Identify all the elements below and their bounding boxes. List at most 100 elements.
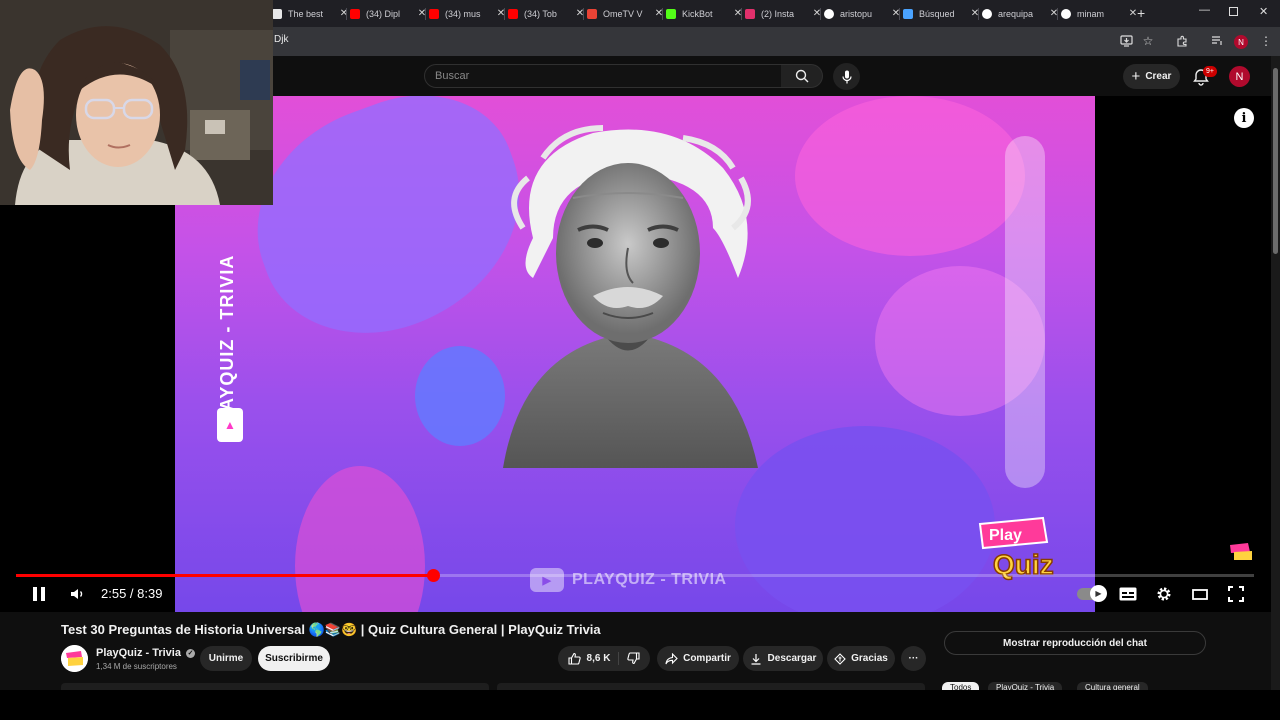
instagram-favicon-icon	[745, 8, 755, 19]
volume-icon	[71, 589, 83, 599]
media-control-icon[interactable]	[1209, 33, 1225, 49]
tab-divider	[978, 8, 979, 20]
verified-icon: ✓	[186, 649, 196, 658]
timer-bar	[1005, 136, 1045, 488]
pause-button[interactable]	[30, 584, 48, 604]
streamer-camera-image	[0, 0, 273, 205]
create-button[interactable]: + Crear	[1123, 64, 1180, 89]
gear-icon	[1157, 587, 1171, 601]
mail-favicon-icon	[587, 8, 597, 19]
close-icon[interactable]: ✕	[416, 8, 428, 19]
tab-title: Búsqued	[919, 8, 955, 19]
browser-menu-icon[interactable]: ⋮	[1258, 33, 1274, 49]
url-text[interactable]: Djk	[274, 34, 288, 45]
extensions-icon[interactable]	[1174, 33, 1190, 49]
join-button[interactable]: Unirme	[200, 646, 252, 671]
bookmark-star-icon[interactable]: ☆	[1140, 33, 1156, 49]
browser-tab[interactable]: (34) Tob ✕	[508, 4, 586, 23]
settings-button[interactable]	[1154, 584, 1174, 604]
share-button[interactable]: Compartir	[657, 646, 739, 671]
close-icon[interactable]: ✕	[811, 8, 823, 19]
profile-avatar[interactable]: N	[1234, 35, 1248, 49]
einstein-portrait	[503, 125, 758, 468]
browser-tab[interactable]: The best ✕	[272, 4, 350, 23]
subscribe-button[interactable]: Suscribirme	[258, 646, 330, 671]
channel-name[interactable]: PlayQuiz - Trivia ✓	[96, 647, 196, 659]
browser-tab[interactable]: (2) Insta ✕	[745, 4, 823, 23]
browser-tab[interactable]: (34) Dipl ✕	[350, 4, 428, 23]
close-icon[interactable]: ✕	[732, 8, 744, 19]
video-frame[interactable]: PLAYQUIZ - TRIVIA ▲ Play Quiz ▶ PLAYQUIZ…	[175, 96, 1095, 612]
like-button[interactable]: 8,6 K	[567, 652, 620, 665]
theater-mode-button[interactable]	[1190, 584, 1210, 604]
youtube-favicon-icon	[508, 8, 518, 19]
search-placeholder: Buscar	[435, 70, 470, 82]
close-icon[interactable]: ✕	[338, 8, 350, 19]
share-icon	[665, 652, 678, 664]
tab-title: (34) Dipl	[366, 8, 401, 19]
tab-title: arequipa	[998, 8, 1034, 19]
close-icon[interactable]: ✕	[653, 8, 665, 19]
thanks-button[interactable]: Gracias	[827, 646, 895, 671]
dislike-button[interactable]	[619, 652, 641, 665]
more-actions-button[interactable]: ···	[901, 646, 926, 671]
autoplay-play-icon[interactable]: ▶	[1090, 585, 1107, 602]
close-window-icon[interactable]: ✕	[1259, 5, 1268, 18]
comments-box[interactable]	[497, 683, 925, 690]
microphone-icon	[841, 70, 852, 83]
close-icon[interactable]: ✕	[1048, 8, 1060, 19]
thumbs-up-icon	[567, 652, 581, 665]
theater-icon	[1192, 588, 1208, 600]
close-icon[interactable]: ✕	[969, 8, 981, 19]
play-icon: ▶	[530, 568, 564, 592]
browser-tab[interactable]: arequipa ✕	[982, 4, 1060, 23]
download-button[interactable]: Descargar	[743, 646, 823, 671]
browser-tab[interactable]: OmeTV V ✕	[587, 4, 665, 23]
video-title: Test 30 Preguntas de Historia Universal …	[61, 622, 601, 637]
install-app-icon[interactable]	[1118, 33, 1134, 49]
tab-title: KickBot	[682, 8, 713, 19]
close-icon[interactable]: ✕	[574, 8, 586, 19]
fullscreen-icon	[1228, 586, 1244, 602]
close-icon[interactable]: ✕	[495, 8, 507, 19]
channel-watermark: ▶ PLAYQUIZ - TRIVIA	[530, 568, 727, 592]
page-scrollbar[interactable]	[1271, 56, 1280, 690]
info-icon[interactable]: i	[1234, 108, 1254, 128]
tab-divider	[820, 8, 821, 20]
browser-tab[interactable]: minam ✕	[1061, 4, 1139, 23]
channel-branding-logo[interactable]	[1228, 543, 1254, 561]
fullscreen-button[interactable]	[1226, 584, 1246, 604]
channel-avatar[interactable]	[61, 645, 88, 672]
show-chat-replay-button[interactable]: Mostrar reproducción del chat	[944, 631, 1206, 655]
voice-search-button[interactable]	[833, 63, 860, 90]
background-blob	[795, 96, 1025, 256]
volume-button[interactable]	[68, 584, 88, 604]
taskbar-area	[0, 690, 1280, 720]
play-arrow-icon: ▲	[217, 408, 243, 442]
search-button[interactable]	[781, 64, 823, 88]
scrollbar-thumb[interactable]	[1273, 68, 1278, 254]
close-icon[interactable]: ✕	[890, 8, 902, 19]
new-tab-button[interactable]: +	[1137, 5, 1145, 21]
description-box[interactable]	[61, 683, 489, 690]
webcam-overlay	[0, 0, 273, 205]
account-avatar[interactable]: N	[1229, 66, 1250, 87]
progress-bar[interactable]	[16, 569, 1254, 582]
browser-tab[interactable]: Búsqued ✕	[903, 4, 981, 23]
minimize-icon[interactable]: —	[1199, 4, 1210, 16]
plus-icon: +	[1131, 68, 1141, 85]
tab-divider	[583, 8, 584, 20]
browser-tab[interactable]: aristopu ✕	[824, 4, 902, 23]
share-label: Compartir	[683, 653, 731, 664]
tab-divider	[899, 8, 900, 20]
subtitles-button[interactable]	[1118, 584, 1138, 604]
svg-text:Play: Play	[989, 527, 1022, 544]
browser-tab[interactable]: KickBot ✕	[666, 4, 744, 23]
restore-icon[interactable]	[1229, 7, 1238, 16]
tab-title: (34) Tob	[524, 8, 557, 19]
browser-tab[interactable]: (34) mus ✕	[429, 4, 507, 23]
youtube-favicon-icon	[350, 8, 360, 19]
search-input[interactable]: Buscar	[424, 64, 782, 88]
like-dislike-group: 8,6 K	[558, 646, 650, 671]
pause-icon	[33, 587, 45, 601]
